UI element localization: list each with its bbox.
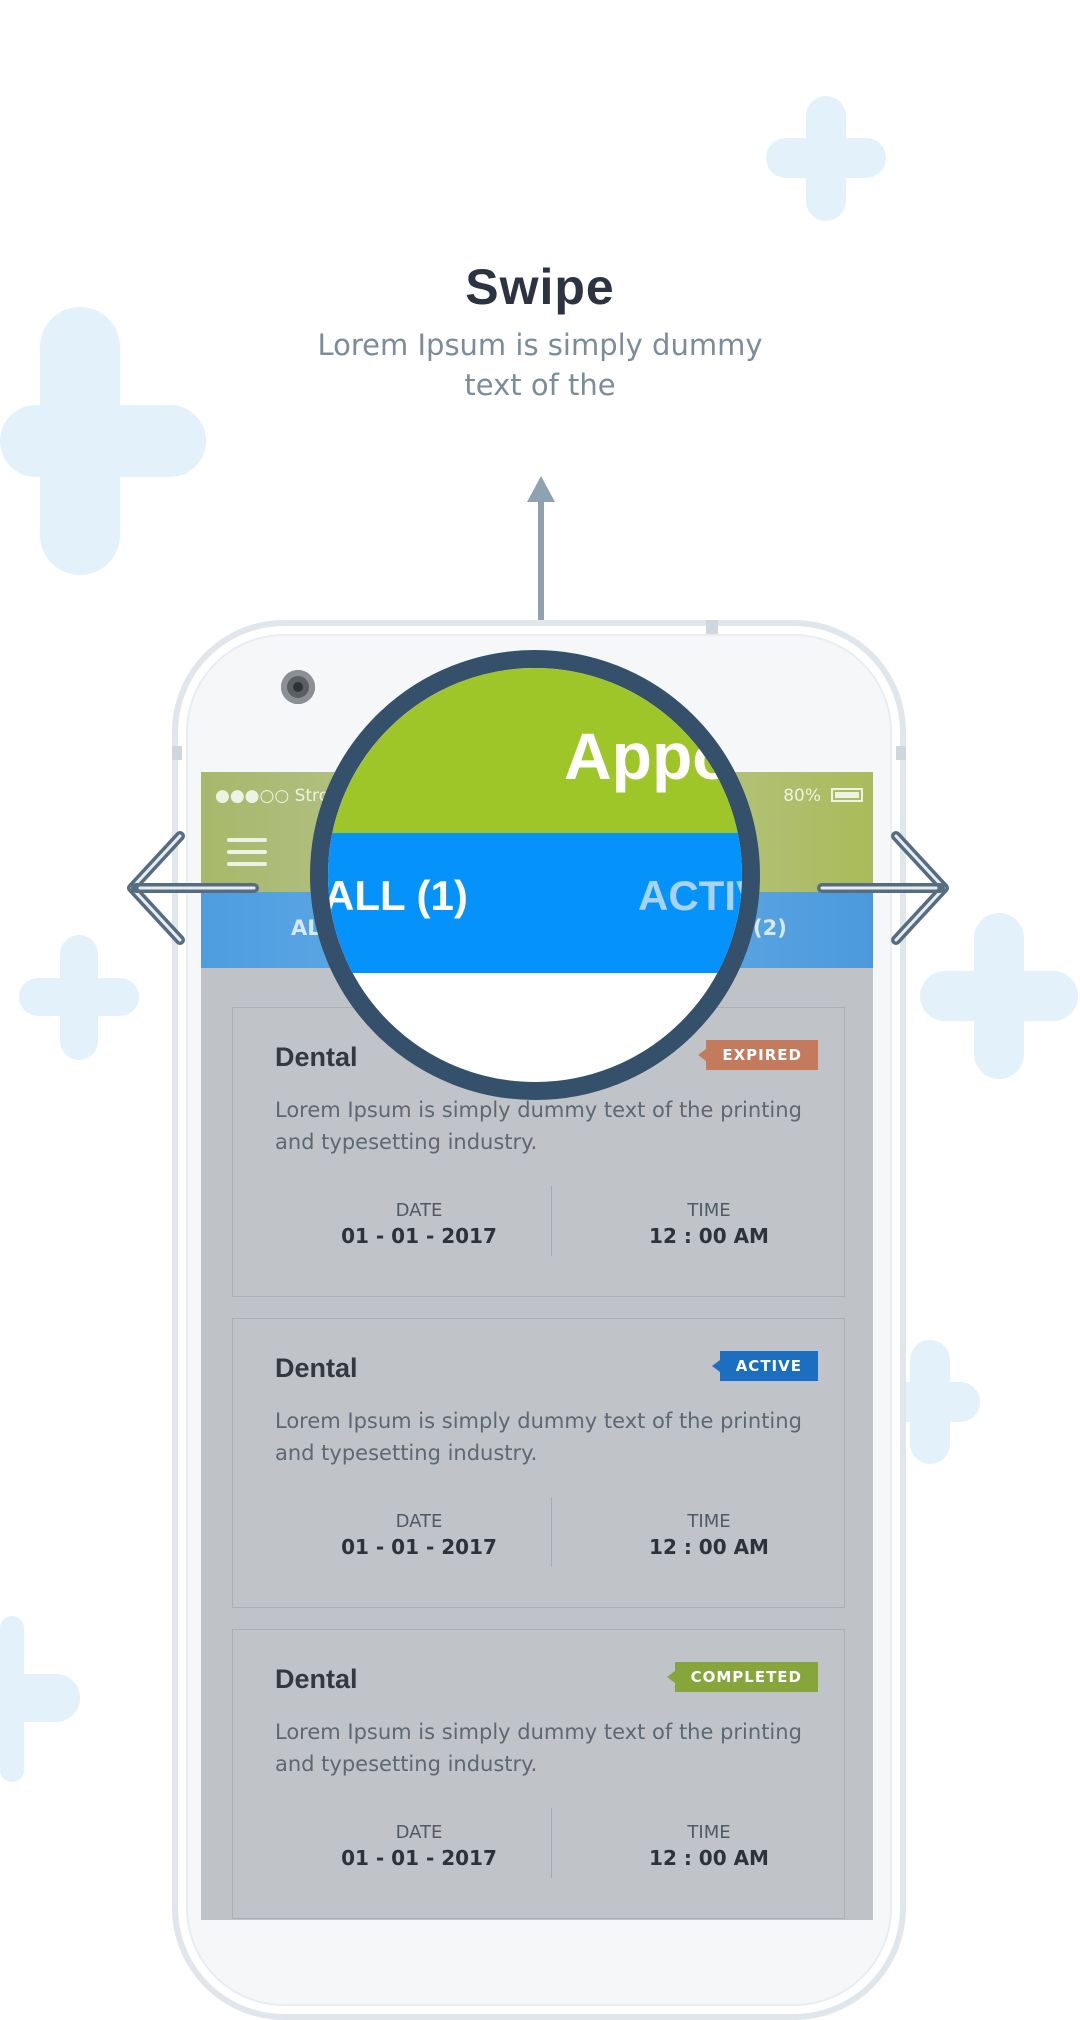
card-description: Lorem Ipsum is simply dummy text of the … <box>275 1409 802 1465</box>
phone-side-button <box>706 620 718 634</box>
swipe-right-arrow-icon <box>817 831 949 945</box>
card-description: Lorem Ipsum is simply dummy text of the … <box>275 1098 802 1154</box>
plus-decor-icon <box>0 307 206 575</box>
status-badge: COMPLETED <box>666 1662 818 1692</box>
page-subtitle: Lorem Ipsum is simply dummy text of the <box>317 328 763 402</box>
divider <box>551 1497 552 1567</box>
card-title: Dental <box>275 1353 358 1383</box>
card-description: Lorem Ipsum is simply dummy text of the … <box>275 1720 802 1776</box>
page-title: Swipe <box>465 259 615 315</box>
divider <box>551 1186 552 1256</box>
status-badge: ACTIVE <box>711 1351 818 1381</box>
date-label: DATE <box>395 1511 443 1532</box>
status-badge: EXPIRED <box>698 1040 818 1070</box>
divider <box>551 1808 552 1878</box>
battery-icon <box>831 788 863 802</box>
card-title: Dental <box>275 1664 358 1694</box>
date-value: 01 - 01 - 2017 <box>341 1224 497 1248</box>
status-battery: 80% <box>783 786 821 806</box>
plus-decor-icon <box>766 96 886 221</box>
magnified-app-title: Appo <box>564 719 733 793</box>
time-label: TIME <box>687 1511 731 1532</box>
tab-completed[interactable]: (2) <box>753 916 787 940</box>
time-value: 12 : 00 AM <box>649 1846 769 1870</box>
plus-decor-icon <box>0 1616 80 1782</box>
appointment-card[interactable]: Dental ACTIVE Lorem Ipsum is simply dumm… <box>232 1318 845 1608</box>
time-value: 12 : 00 AM <box>649 1224 769 1248</box>
time-label: TIME <box>687 1200 731 1221</box>
time-value: 12 : 00 AM <box>649 1535 769 1559</box>
date-label: DATE <box>395 1822 443 1843</box>
appointment-card[interactable]: Dental COMPLETED Lorem Ipsum is simply d… <box>232 1629 845 1919</box>
phone-side-button <box>896 746 906 760</box>
date-label: DATE <box>395 1200 443 1221</box>
time-label: TIME <box>687 1822 731 1843</box>
magnifier-lens: Appo ALL (1) ACTIV <box>310 650 760 1100</box>
status-carrier: ●●●○○ Strok <box>215 786 339 806</box>
phone-side-button <box>172 746 182 760</box>
camera-icon <box>281 670 315 704</box>
magnified-tab-active: ACTIV <box>638 872 760 919</box>
swipe-up-arrow-head <box>527 476 555 502</box>
plus-decor-icon <box>19 935 139 1060</box>
magnified-tab-all: ALL (1) <box>324 872 468 919</box>
date-value: 01 - 01 - 2017 <box>341 1846 497 1870</box>
card-title: Dental <box>275 1042 358 1072</box>
date-value: 01 - 01 - 2017 <box>341 1535 497 1559</box>
swipe-left-arrow-icon <box>127 831 259 945</box>
